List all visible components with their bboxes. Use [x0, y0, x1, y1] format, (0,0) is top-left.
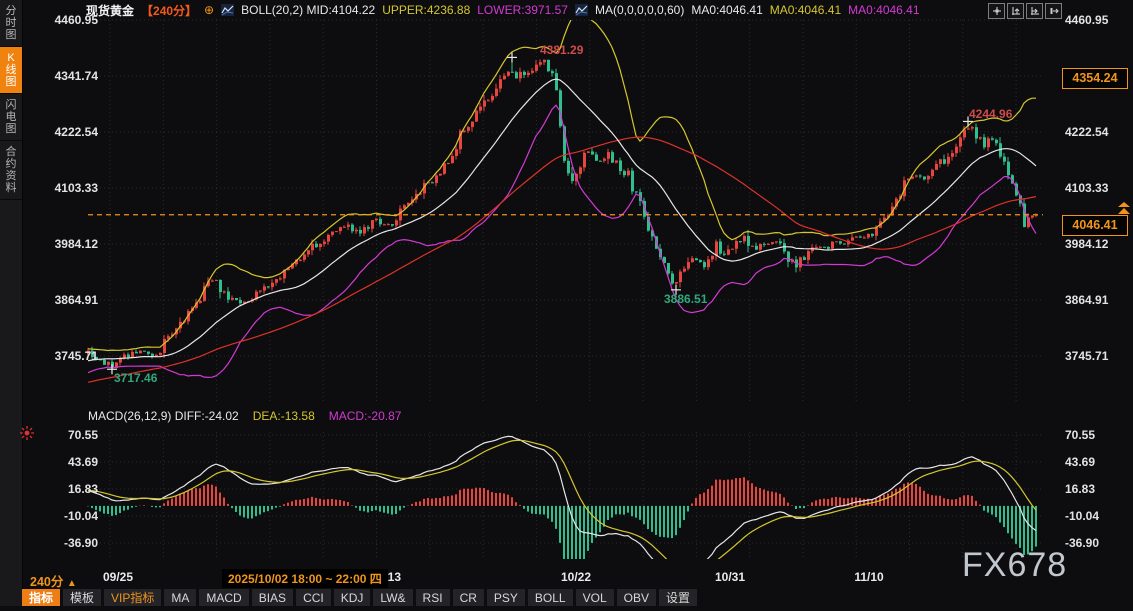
macd-axis-label-right: -36.90: [1065, 536, 1127, 550]
bottom-tab-templates[interactable]: 模板: [63, 589, 101, 606]
chart-area[interactable]: [0, 0, 1133, 606]
hover-tooltip: 2025/10/02 18:00 ~ 22:00 四: [222, 569, 388, 588]
ma-legend: MA(0,0,0,0,0,60): [595, 3, 684, 17]
price-axis-label-right: 4222.54: [1065, 125, 1127, 139]
bottom-tab-kdj[interactable]: KDJ: [334, 589, 371, 606]
period-up-arrow-icon: ▲: [67, 578, 77, 589]
grid-layer: [88, 20, 1043, 557]
chart-tools: [988, 3, 1062, 19]
crosshair-icon[interactable]: [988, 3, 1005, 19]
period-selector-label: 240分: [30, 575, 63, 589]
date-axis-label: 11/10: [845, 570, 893, 584]
ma0-yellow: MA0:4046.41: [770, 3, 841, 17]
price-axis-label-left: 4222.54: [40, 125, 98, 139]
bottom-tab-bias[interactable]: BIAS: [252, 589, 293, 606]
macd-macd-legend: MACD:-20.87: [329, 409, 402, 423]
macd-axis-label-right: 70.55: [1065, 428, 1127, 442]
price-tag-upper: 4354.24: [1062, 68, 1128, 89]
bottom-tab-lwr[interactable]: LW&: [373, 589, 412, 606]
period-selector[interactable]: 240分 ▲: [30, 571, 77, 590]
ma-chart-icon: [575, 4, 588, 16]
zoom-out-axis-icon[interactable]: [1026, 3, 1043, 19]
macd-axis-label-right: 16.83: [1065, 482, 1127, 496]
period-label: 【240分】: [141, 2, 197, 19]
bottom-tab-vol[interactable]: VOL: [576, 589, 614, 606]
kline-macd-canvas: [0, 0, 1133, 606]
price-axis-label-left: 3984.12: [40, 237, 98, 251]
price-alert-marker-icon: [1117, 202, 1131, 215]
price-axis-label-right: 3984.12: [1065, 237, 1127, 251]
date-axis-label: 10/22: [552, 570, 600, 584]
price-axis-label-left: 4341.74: [40, 69, 98, 83]
price-axis-label-right: 4460.95: [1065, 13, 1127, 27]
bottom-tab-psy[interactable]: PSY: [487, 589, 525, 606]
bottom-tab-obv[interactable]: OBV: [617, 589, 656, 606]
macd-axis-label-left: 43.69: [40, 455, 98, 469]
price-axis-label-right: 4103.33: [1065, 181, 1127, 195]
price-tag-current: 4046.41: [1062, 215, 1128, 236]
macd-legend: MACD(26,12,9) DIFF:-24.02 DEA:-13.58 MAC…: [88, 409, 401, 423]
price-axis-label-left: 4103.33: [40, 181, 98, 195]
boll-legend: BOLL(20,2) MID:4104.22: [241, 3, 375, 17]
date-axis-label: 10/31: [706, 570, 754, 584]
bottom-tab-macd[interactable]: MACD: [199, 589, 248, 606]
watermark: FX678: [962, 546, 1067, 585]
boll-upper-legend: UPPER:4236.88: [382, 3, 470, 17]
bottom-tab-cci[interactable]: CCI: [296, 589, 331, 606]
ma0-white: MA0:4046.41: [691, 3, 762, 17]
macd-dea-legend: DEA:-13.58: [253, 409, 315, 423]
extreme-markers: [107, 52, 973, 374]
extreme-label-high-2: 4244.96: [969, 107, 1012, 121]
header-legend: 现货黄金【240分】 ⊕ BOLL(20,2) MID:4104.22 UPPER…: [86, 2, 920, 18]
bottom-tab-indicators[interactable]: 指标: [22, 589, 60, 606]
boll-lower-legend: LOWER:3971.57: [477, 3, 568, 17]
bottom-tab-boll[interactable]: BOLL: [528, 589, 573, 606]
price-axis-label-left: 3864.91: [40, 293, 98, 307]
pan-right-icon[interactable]: [1045, 3, 1062, 19]
macd-diff-legend: MACD(26,12,9) DIFF:-24.02: [88, 409, 239, 423]
macd-axis-label-right: -10.04: [1065, 509, 1127, 523]
macd-axis-label-left: 70.55: [40, 428, 98, 442]
boll-chart-icon: [221, 4, 234, 16]
extreme-label-low-1: 3717.46: [114, 371, 157, 385]
date-axis-label: 09/25: [94, 570, 142, 584]
symbol-name: 现货黄金: [86, 2, 134, 19]
bottom-tab-rsi[interactable]: RSI: [416, 589, 450, 606]
price-axis-label-right: 3745.71: [1065, 349, 1127, 363]
price-axis-label-left: 3745.71: [40, 349, 98, 363]
macd-axis-label-left: -10.04: [40, 509, 98, 523]
bottom-tab-cr[interactable]: CR: [453, 589, 484, 606]
add-indicator-icon[interactable]: ⊕: [204, 3, 214, 17]
macd-axis-label-left: 16.83: [40, 482, 98, 496]
macd-axis-label-left: -36.90: [40, 536, 98, 550]
extreme-label-low-2: 3886.51: [664, 292, 707, 306]
bottom-tab-ma[interactable]: MA: [164, 589, 196, 606]
price-axis-label-right: 3864.91: [1065, 293, 1127, 307]
macd-axis-label-right: 43.69: [1065, 455, 1127, 469]
extreme-label-high-1: 4381.29: [540, 43, 583, 57]
indicator-tab-bar: 指标模板VIP指标MAMACDBIASCCIKDJLW&RSICRPSYBOLL…: [22, 589, 1133, 606]
alert-blinker-icon: [19, 425, 36, 442]
macd-layer: [88, 436, 1036, 583]
bottom-tab-vip-indicators[interactable]: VIP指标: [104, 589, 161, 606]
candlestick-layer: [87, 57, 1038, 369]
zoom-in-axis-icon[interactable]: [1007, 3, 1024, 19]
bottom-tab-settings[interactable]: 设置: [659, 589, 697, 606]
ma0-magenta: MA0:4046.41: [848, 3, 919, 17]
